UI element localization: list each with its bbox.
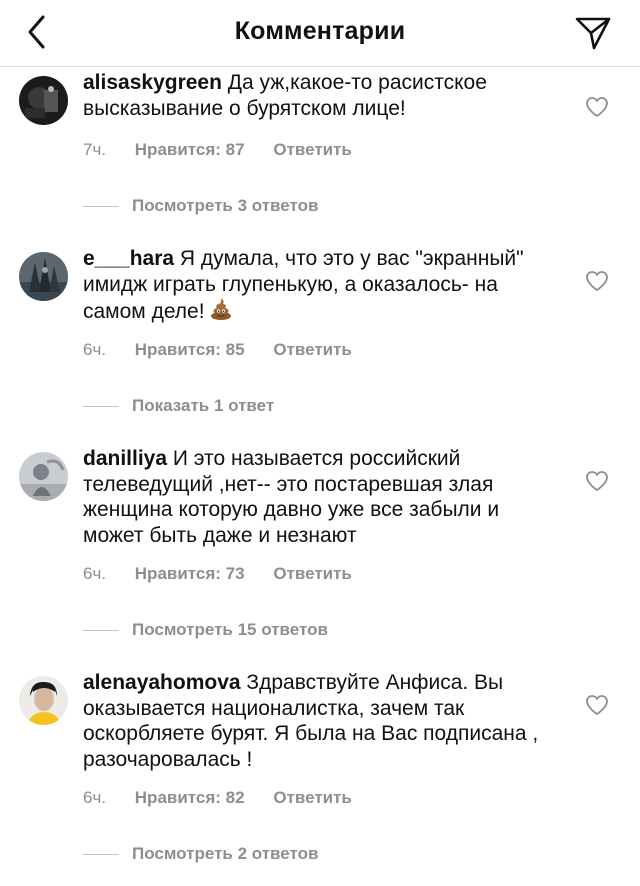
like-button[interactable] (585, 96, 609, 118)
like-button[interactable] (585, 470, 609, 492)
view-replies-label: Показать 1 ответ (132, 396, 275, 415)
comment-time: 6ч. (83, 340, 107, 359)
comment-meta: 6ч. Нравится: 73 Ответить (83, 564, 376, 584)
view-replies-button[interactable]: Посмотреть 3 ответов (83, 196, 318, 216)
comment-meta: 6ч. Нравится: 85 Ответить (83, 340, 376, 360)
comment-time: 6ч. (83, 788, 107, 807)
comment-time: 7ч. (83, 140, 107, 159)
reply-button[interactable]: Ответить (273, 140, 352, 159)
comment-username[interactable]: danilliya (83, 447, 167, 470)
heart-icon (586, 471, 608, 491)
page-title: Комментарии (234, 17, 406, 45)
view-replies-button[interactable]: Посмотреть 2 ответов (83, 844, 318, 864)
paper-plane-icon (575, 17, 611, 50)
avatar[interactable] (19, 676, 68, 725)
view-replies-label: Посмотреть 2 ответов (132, 844, 319, 863)
comment-text: alisaskygreen Да уж,какое-то расистское … (83, 70, 553, 121)
reply-button[interactable]: Ответить (273, 340, 352, 359)
comment-time: 6ч. (83, 564, 107, 583)
comment-meta: 7ч. Нравится: 87 Ответить (83, 140, 376, 160)
likes-count[interactable]: Нравится: 85 (135, 340, 245, 359)
heart-icon (586, 97, 608, 117)
likes-count[interactable]: Нравится: 73 (135, 564, 245, 583)
view-replies-button[interactable]: Посмотреть 15 ответов (83, 620, 328, 640)
like-button[interactable] (585, 694, 609, 716)
reply-button[interactable]: Ответить (273, 564, 352, 583)
like-button[interactable] (585, 270, 609, 292)
avatar[interactable] (19, 452, 68, 501)
view-replies-label: Посмотреть 3 ответов (132, 196, 319, 215)
view-replies-button[interactable]: Показать 1 ответ (83, 396, 274, 416)
avatar[interactable] (19, 76, 68, 125)
view-replies-label: Посмотреть 15 ответов (132, 620, 328, 639)
replies-divider (83, 854, 119, 856)
comment-text: e___hara Я думала, что это у вас "экранн… (83, 246, 553, 328)
comment-text: danilliya И это называется российский те… (83, 446, 553, 548)
likes-count[interactable]: Нравится: 87 (135, 140, 245, 159)
comment-username[interactable]: e___hara (83, 247, 174, 270)
reply-button[interactable]: Ответить (273, 788, 352, 807)
heart-icon (586, 271, 608, 291)
comment-username[interactable]: alenayahomova (83, 671, 241, 694)
comment-text: alenayahomova Здравствуйте Анфиса. Вы ок… (83, 670, 553, 772)
poop-emoji-icon (209, 297, 233, 328)
heart-icon (586, 695, 608, 715)
share-button[interactable] (574, 14, 612, 52)
likes-count[interactable]: Нравится: 82 (135, 788, 245, 807)
replies-divider (83, 406, 119, 408)
header-bar: Комментарии (0, 0, 640, 67)
comment-username[interactable]: alisaskygreen (83, 71, 222, 94)
comment-meta: 6ч. Нравится: 82 Ответить (83, 788, 376, 808)
replies-divider (83, 630, 119, 632)
avatar[interactable] (19, 252, 68, 301)
replies-divider (83, 206, 119, 208)
